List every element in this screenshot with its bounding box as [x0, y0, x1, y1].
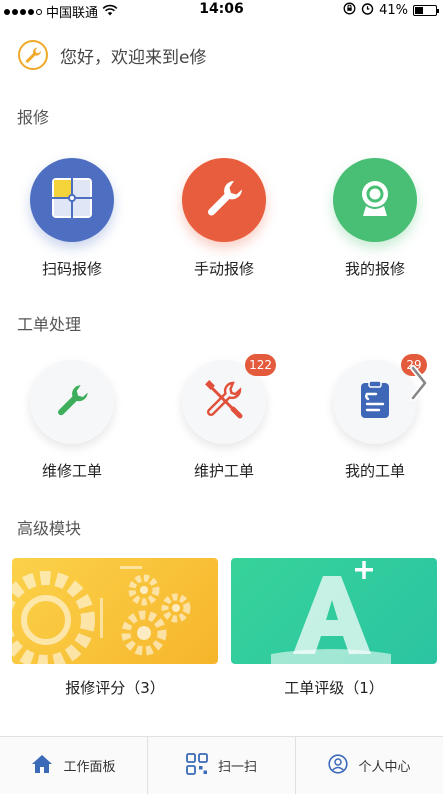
repair-rating-label: 报修评分（3）	[65, 679, 165, 697]
section-title-work-orders: 工单处理	[17, 315, 82, 334]
user-icon	[328, 753, 349, 778]
tab-profile[interactable]: 个人中心	[296, 737, 443, 794]
tab-profile-label: 个人中心	[358, 760, 411, 775]
manual-repair-button[interactable]: 手动报修	[169, 158, 279, 279]
repair-orders-button[interactable]: 维修工单	[17, 360, 127, 481]
rotation-lock-icon	[343, 2, 356, 19]
greeting-text: 您好，欢迎来到e修	[60, 47, 207, 68]
scan-repair-label: 扫码报修	[41, 260, 102, 278]
order-grade-label: 工单评级（1）	[284, 679, 384, 697]
tools-icon	[203, 379, 245, 425]
section-title-advanced: 高级模块	[17, 519, 82, 538]
my-orders-label: 我的工单	[344, 462, 405, 480]
my-repairs-button[interactable]: 我的报修	[320, 158, 430, 279]
tab-scan[interactable]: 扫一扫	[148, 737, 296, 794]
maintenance-orders-button[interactable]: 122 维护工单	[169, 354, 279, 481]
grade-a-plus-icon	[231, 561, 437, 664]
camera-icon	[353, 176, 397, 224]
wrench-icon	[52, 380, 92, 424]
chevron-right-icon[interactable]	[402, 360, 436, 406]
order-grade-card[interactable]	[231, 558, 437, 664]
home-icon	[31, 754, 53, 778]
tab-dashboard[interactable]: 工作面板	[0, 737, 148, 794]
my-repairs-circle	[333, 158, 417, 242]
wrench-logo-icon	[18, 40, 48, 70]
section-title-repair: 报修	[17, 108, 50, 127]
status-bar: 中国联通 14:06 41%	[0, 0, 443, 21]
qr-scan-icon	[50, 176, 94, 224]
tab-scan-label: 扫一扫	[217, 760, 257, 775]
maintenance-orders-badge: 122	[245, 354, 276, 376]
repair-rating-card[interactable]	[12, 558, 218, 664]
alarm-icon	[361, 2, 374, 19]
clipboard-icon	[357, 380, 393, 424]
my-repairs-label: 我的报修	[344, 260, 405, 278]
maintenance-orders-label: 维护工单	[193, 462, 254, 480]
status-right: 41%	[343, 2, 439, 19]
battery-icon	[413, 5, 439, 16]
manual-repair-circle	[182, 158, 266, 242]
scan-repair-circle	[30, 158, 114, 242]
greeting-bar: 您好，欢迎来到e修	[18, 40, 206, 70]
manual-repair-label: 手动报修	[193, 260, 254, 278]
tab-dashboard-label: 工作面板	[63, 760, 116, 775]
maintenance-orders-circle: 122	[182, 354, 276, 444]
battery-percent: 41%	[379, 3, 408, 18]
scan-icon	[186, 752, 208, 779]
tab-bar: 工作面板 扫一扫 个人中心	[0, 736, 443, 794]
repair-orders-circle	[30, 360, 114, 444]
wrench-icon	[201, 175, 247, 225]
gears-icon	[12, 566, 218, 664]
scan-repair-button[interactable]: 扫码报修	[17, 158, 127, 279]
repair-orders-label: 维修工单	[41, 462, 102, 480]
